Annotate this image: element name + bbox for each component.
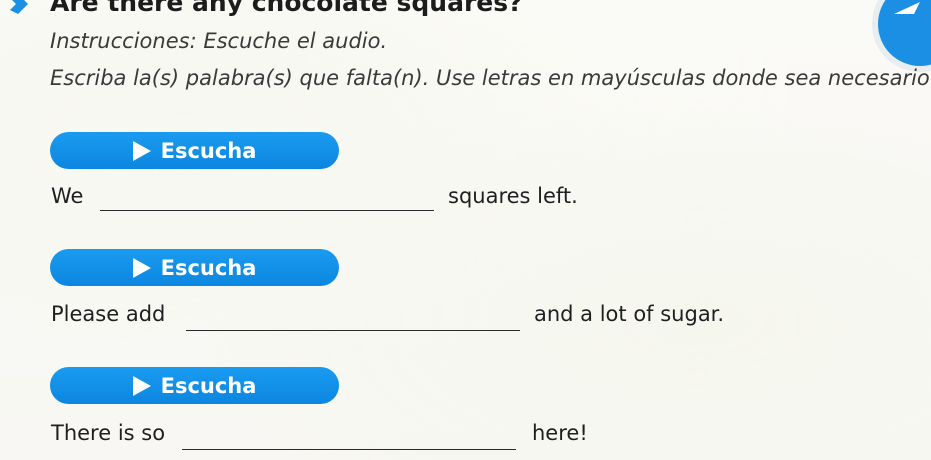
instructions-line-2: Escriba la(s) palabra(s) que falta(n). U… xyxy=(50,66,931,90)
listen-button-label: Escucha xyxy=(160,255,257,280)
play-icon xyxy=(132,257,151,278)
listen-button-label: Escucha xyxy=(160,138,257,163)
instructions-line-1: Instrucciones: Escuche el audio. xyxy=(50,29,388,53)
sentence-3-before: There is so xyxy=(51,421,166,445)
play-icon xyxy=(132,375,151,396)
next-arrow-icon xyxy=(894,2,920,14)
sentence-3-after: here! xyxy=(532,421,588,445)
answer-input-2[interactable] xyxy=(186,305,520,331)
sentence-1-before: We xyxy=(51,184,84,208)
answer-input-1[interactable] xyxy=(100,185,434,211)
sentence-2-before: Please add xyxy=(51,302,166,326)
listen-button-label: Escucha xyxy=(160,373,257,398)
sentence-2-after: and a lot of sugar. xyxy=(534,302,725,326)
listen-button-2[interactable]: Escucha xyxy=(50,249,339,286)
sentence-1-after: squares left. xyxy=(448,184,578,208)
listen-button-1[interactable]: Escucha xyxy=(50,132,339,169)
listen-button-3[interactable]: Escucha xyxy=(50,367,339,404)
play-icon xyxy=(132,140,151,161)
chevron-right-icon xyxy=(8,0,30,16)
answer-input-3[interactable] xyxy=(182,424,516,450)
question-title: Are there any chocolate squares? xyxy=(50,0,523,17)
